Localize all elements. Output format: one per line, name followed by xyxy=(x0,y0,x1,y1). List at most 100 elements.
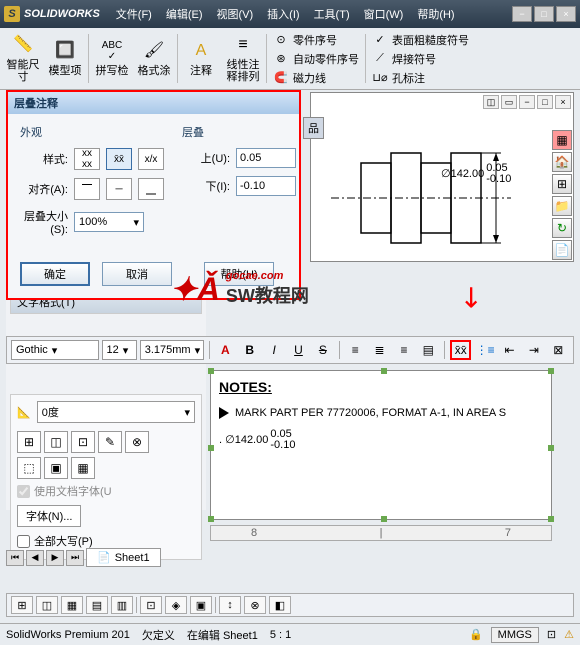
close-button[interactable]: × xyxy=(556,6,576,22)
tab-last[interactable]: ⏭ xyxy=(66,550,84,566)
font-button[interactable]: 字体(N)... xyxy=(17,505,81,527)
canvas-minimize[interactable]: − xyxy=(519,95,535,109)
bold-b-button[interactable]: B xyxy=(239,340,260,360)
style-option-2[interactable]: x̄x̄ xyxy=(106,148,132,170)
status-icon-2[interactable]: ⊡ xyxy=(547,628,556,641)
align-bottom[interactable]: ⎽ xyxy=(138,178,164,200)
toolbar-close[interactable]: ⊠ xyxy=(548,340,569,360)
menu-insert[interactable]: 插入(I) xyxy=(261,4,305,24)
canvas-tab[interactable]: 品 xyxy=(303,117,324,139)
auto-balloon-button[interactable]: ⊛自动零件序号 xyxy=(273,50,359,68)
style-option-1[interactable]: xxxx xyxy=(74,148,100,170)
stack-button[interactable]: x̄x̄ xyxy=(450,340,471,360)
bb-1[interactable]: ⊞ xyxy=(11,596,33,614)
align-middle[interactable]: ─ xyxy=(106,178,132,200)
hole-callout-button[interactable]: ⊔⌀孔标注 xyxy=(372,69,469,87)
magnetic-line-button[interactable]: 🧲磁力线 xyxy=(273,69,359,87)
bb-5[interactable]: ▥ xyxy=(111,596,133,614)
bb-4[interactable]: ▤ xyxy=(86,596,108,614)
menubar: S SOLIDWORKS 文件(F) 编辑(E) 视图(V) 插入(I) 工具(… xyxy=(0,0,580,28)
menu-view[interactable]: 视图(V) xyxy=(211,4,260,24)
model-items-button[interactable]: 🔲模型项 xyxy=(44,30,86,86)
tab-next[interactable]: ▶ xyxy=(46,550,64,566)
format-painter-button[interactable]: 🖌格式涂 xyxy=(133,30,175,86)
ok-button[interactable]: 确定 xyxy=(20,262,90,286)
menu-tools[interactable]: 工具(T) xyxy=(308,4,356,24)
drawing-canvas[interactable]: 品 ◫ ▭ − □ × ∅142.000.05-0.10 xyxy=(310,92,574,262)
bold-button[interactable]: A xyxy=(215,340,236,360)
lp-icon-8[interactable]: ▦ xyxy=(71,457,95,479)
indent-right-button[interactable]: ⇥ xyxy=(523,340,544,360)
menu-window[interactable]: 窗口(W) xyxy=(358,4,410,24)
side-folder[interactable]: 📁 xyxy=(552,196,572,216)
size-combo[interactable]: 100% xyxy=(74,212,144,232)
tab-prev[interactable]: ◀ xyxy=(26,550,44,566)
menu-help[interactable]: 帮助(H) xyxy=(411,4,460,24)
lp-icon-2[interactable]: ◫ xyxy=(44,431,68,453)
canvas-close[interactable]: × xyxy=(555,95,571,109)
balloon-button[interactable]: ⊙零件序号 xyxy=(273,31,359,49)
side-home[interactable]: 🏠 xyxy=(552,152,572,172)
minimize-button[interactable]: − xyxy=(512,6,532,22)
lp-icon-3[interactable]: ⊡ xyxy=(71,431,95,453)
align-center-button[interactable]: ≣ xyxy=(369,340,390,360)
font-select[interactable]: Gothic xyxy=(11,340,99,360)
menu-edit[interactable]: 编辑(E) xyxy=(160,4,209,24)
lp-icon-1[interactable]: ⊞ xyxy=(17,431,41,453)
angle-select[interactable]: 0度 xyxy=(37,401,195,423)
italic-button[interactable]: I xyxy=(263,340,284,360)
bb-8[interactable]: ▣ xyxy=(190,596,212,614)
status-icon-3[interactable]: ⚠ xyxy=(564,628,574,641)
part-drawing xyxy=(331,133,531,263)
strike-button[interactable]: S xyxy=(312,340,333,360)
spellcheck-button[interactable]: ABC✓拼写检 xyxy=(91,30,133,86)
side-btn-3[interactable]: ⊞ xyxy=(552,174,572,194)
align-left-button[interactable]: ≡ xyxy=(345,340,366,360)
status-units[interactable]: MMGS xyxy=(491,627,539,643)
bb-2[interactable]: ◫ xyxy=(36,596,58,614)
lp-icon-7[interactable]: ▣ xyxy=(44,457,68,479)
bb-10[interactable]: ⊗ xyxy=(244,596,266,614)
bb-9[interactable]: ↕ xyxy=(219,596,241,614)
align-top[interactable]: ⎺ xyxy=(74,178,100,200)
width-select[interactable]: 3.175mm xyxy=(140,340,204,360)
align-right-button[interactable]: ≡ xyxy=(393,340,414,360)
bb-6[interactable]: ⊡ xyxy=(140,596,162,614)
surface-finish-button[interactable]: ✓表面粗糙度符号 xyxy=(372,31,469,49)
linear-note-button[interactable]: ≡线性注释排列 xyxy=(222,30,264,86)
notes-area[interactable]: NOTES: MARK PART PER 77720006, FORMAT A-… xyxy=(210,370,552,520)
side-btn-5[interactable]: ↻ xyxy=(552,218,572,238)
down-input[interactable] xyxy=(236,176,296,196)
canvas-btn-2[interactable]: ▭ xyxy=(501,95,517,109)
tab-first[interactable]: ⏮ xyxy=(6,550,24,566)
status-icon-1[interactable]: 🔒 xyxy=(469,628,483,641)
bb-3[interactable]: ▦ xyxy=(61,596,83,614)
canvas-btn-1[interactable]: ◫ xyxy=(483,95,499,109)
cancel-button[interactable]: 取消 xyxy=(102,262,172,286)
style-option-3[interactable]: x/x xyxy=(138,148,164,170)
canvas-maximize[interactable]: □ xyxy=(537,95,553,109)
status-product: SolidWorks Premium 201 xyxy=(6,629,130,641)
justify-button[interactable]: ▤ xyxy=(418,340,439,360)
sheet-tab[interactable]: 📄Sheet1 xyxy=(86,548,161,567)
use-doc-font-check[interactable]: 使用文档字体(U xyxy=(17,483,195,499)
smart-dimension-button[interactable]: 📏智能尺寸 xyxy=(2,30,44,86)
lp-icon-5[interactable]: ⊗ xyxy=(125,431,149,453)
indent-left-button[interactable]: ⇤ xyxy=(499,340,520,360)
fontsize-select[interactable]: 12 xyxy=(102,340,137,360)
down-label: 下(I): xyxy=(182,178,230,194)
underline-button[interactable]: U xyxy=(288,340,309,360)
bb-7[interactable]: ◈ xyxy=(165,596,187,614)
maximize-button[interactable]: □ xyxy=(534,6,554,22)
numbered-list-button[interactable]: ⋮≡ xyxy=(474,340,495,360)
bb-11[interactable]: ◧ xyxy=(269,596,291,614)
all-caps-check[interactable]: 全部大写(P) xyxy=(17,533,195,549)
side-btn-1[interactable]: ▦ xyxy=(552,130,572,150)
note-button[interactable]: A注释 xyxy=(180,30,222,86)
side-btn-6[interactable]: 📄 xyxy=(552,240,572,260)
up-input[interactable] xyxy=(236,148,296,168)
weld-symbol-button[interactable]: ⟋焊接符号 xyxy=(372,50,469,68)
lp-icon-6[interactable]: ⬚ xyxy=(17,457,41,479)
lp-icon-4[interactable]: ✎ xyxy=(98,431,122,453)
menu-file[interactable]: 文件(F) xyxy=(110,4,158,24)
